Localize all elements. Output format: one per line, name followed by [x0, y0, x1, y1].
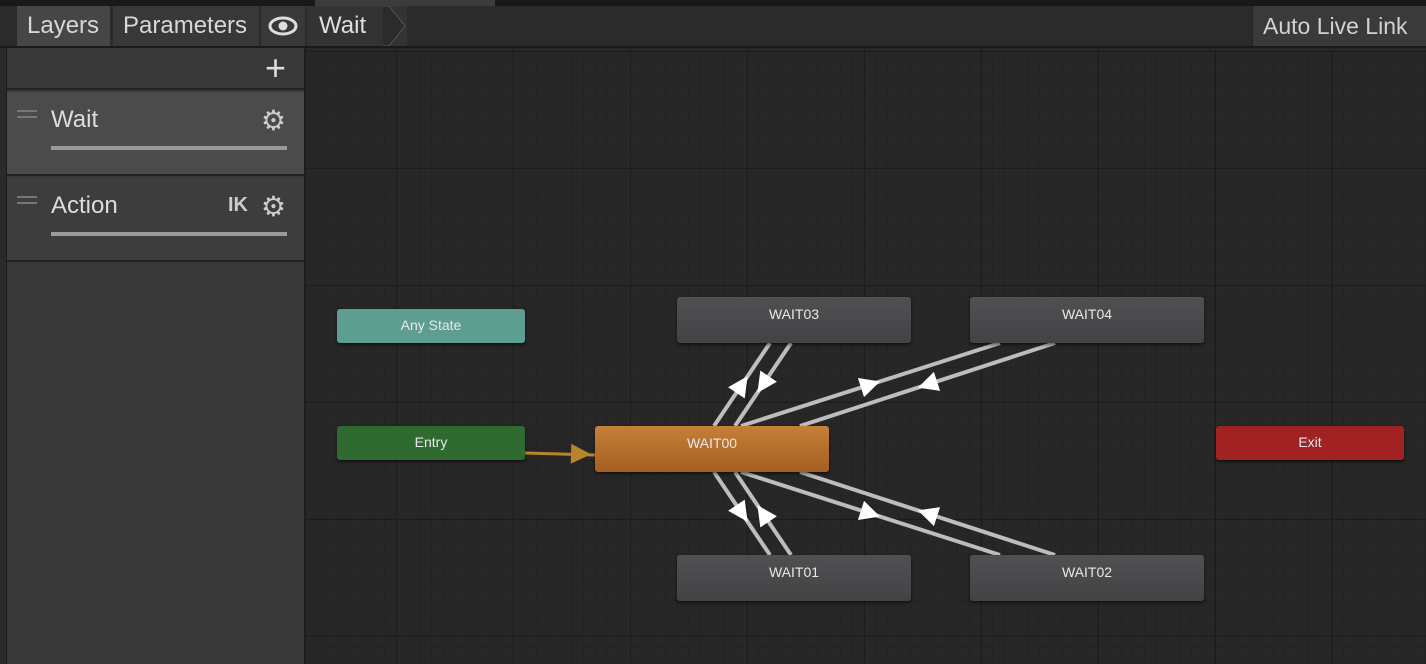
- state-machine-graph[interactable]: Any State Entry Exit WAIT00 WAIT01 WAIT0…: [306, 50, 1426, 664]
- layer-item-wait[interactable]: Wait ⚙: [7, 92, 304, 176]
- transition-arrow-icon: [857, 378, 881, 398]
- transition-arrow-icon: [917, 507, 941, 527]
- breadcrumb-item[interactable]: Wait: [319, 12, 366, 39]
- transition-arrow-icon: [917, 371, 941, 391]
- auto-live-link-button[interactable]: Auto Live Link: [1252, 6, 1426, 46]
- layer-weight-slider[interactable]: [51, 232, 287, 236]
- tab-parameters[interactable]: Parameters: [113, 6, 259, 46]
- node-wait00[interactable]: WAIT00: [595, 426, 829, 472]
- breadcrumb[interactable]: Wait: [307, 6, 407, 46]
- tab-layers[interactable]: Layers: [17, 6, 110, 46]
- gear-icon[interactable]: ⚙: [261, 104, 286, 137]
- transition-arrow-icon: [757, 505, 777, 528]
- transition-arrow-icon: [857, 500, 881, 520]
- node-exit[interactable]: Exit: [1216, 426, 1404, 460]
- drag-handle-icon[interactable]: [17, 110, 37, 118]
- layer-name: Wait: [51, 106, 99, 133]
- node-wait02[interactable]: WAIT02: [970, 555, 1204, 601]
- node-wait01[interactable]: WAIT01: [677, 555, 911, 601]
- transition-arrow-icon: [757, 370, 777, 393]
- add-layer-button[interactable]: +: [265, 50, 286, 86]
- node-wait03[interactable]: WAIT03: [677, 297, 911, 343]
- transition-arrow-icon: [728, 376, 748, 399]
- node-entry[interactable]: Entry: [337, 426, 525, 460]
- node-wait04[interactable]: WAIT04: [970, 297, 1204, 343]
- layer-name: Action: [51, 192, 118, 219]
- gear-icon[interactable]: ⚙: [261, 190, 286, 223]
- node-any-state[interactable]: Any State: [337, 309, 525, 343]
- layer-weight-slider[interactable]: [51, 146, 287, 150]
- breadcrumb-chevron-icon: [383, 6, 406, 46]
- ik-badge: IK: [228, 194, 248, 216]
- drag-handle-icon[interactable]: [17, 196, 37, 204]
- transition-arrow-icon: [728, 499, 748, 522]
- layer-item-action[interactable]: Action IK ⚙: [7, 178, 304, 262]
- layers-panel: + Wait ⚙ Action IK ⚙: [0, 48, 306, 664]
- toolbar: Layers Parameters Wait Auto Live Link: [0, 6, 1426, 48]
- transition-arrow-icon: [570, 443, 591, 464]
- eye-icon[interactable]: [261, 6, 305, 46]
